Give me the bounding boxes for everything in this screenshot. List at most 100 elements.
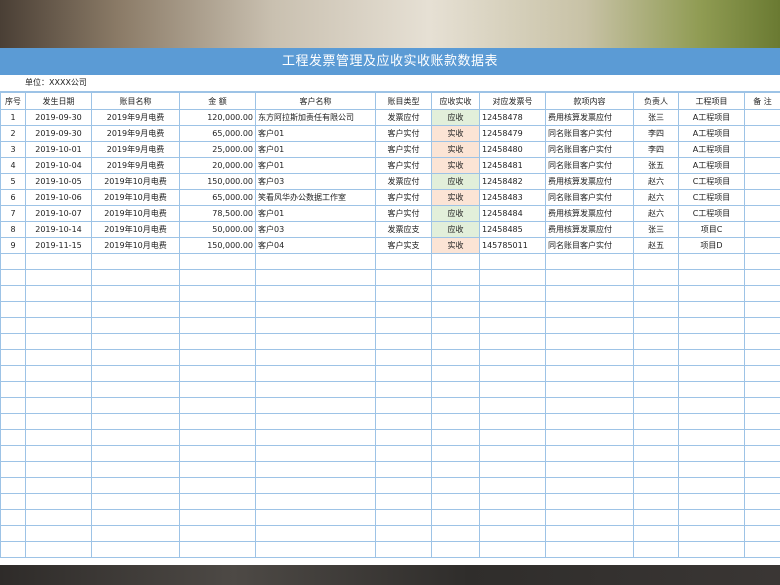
empty-cell[interactable] xyxy=(25,445,92,462)
empty-cell[interactable] xyxy=(633,333,679,350)
cell-content[interactable]: 费用核算发票应付 xyxy=(545,221,634,238)
empty-cell[interactable] xyxy=(633,477,679,494)
empty-cell[interactable] xyxy=(479,333,546,350)
empty-cell[interactable] xyxy=(479,477,546,494)
empty-cell[interactable] xyxy=(431,413,480,430)
cell-note[interactable] xyxy=(744,173,780,190)
empty-cell[interactable] xyxy=(545,301,634,318)
cell-date[interactable]: 2019-11-15 xyxy=(25,237,92,254)
empty-cell[interactable] xyxy=(179,509,256,526)
empty-cell[interactable] xyxy=(25,413,92,430)
empty-cell[interactable] xyxy=(744,477,780,494)
empty-cell[interactable] xyxy=(431,381,480,398)
empty-cell[interactable] xyxy=(375,397,432,414)
empty-cell[interactable] xyxy=(91,349,180,366)
empty-cell[interactable] xyxy=(255,525,376,542)
empty-cell[interactable] xyxy=(431,349,480,366)
cell-no[interactable]: 8 xyxy=(0,221,26,238)
col-header-type[interactable]: 账目类型 xyxy=(375,92,432,110)
cell-customer[interactable]: 客户04 xyxy=(255,237,376,254)
empty-cell[interactable] xyxy=(545,333,634,350)
empty-cell[interactable] xyxy=(255,429,376,446)
empty-cell[interactable] xyxy=(744,493,780,510)
cell-project[interactable]: A工程项目 xyxy=(678,141,745,158)
empty-cell[interactable] xyxy=(179,477,256,494)
cell-type[interactable]: 客户实付 xyxy=(375,157,432,174)
cell-date[interactable]: 2019-10-01 xyxy=(25,141,92,158)
cell-type[interactable]: 客户实付 xyxy=(375,189,432,206)
cell-status[interactable]: 应收 xyxy=(431,205,480,222)
empty-cell[interactable] xyxy=(255,493,376,510)
cell-content[interactable]: 费用核算发票应付 xyxy=(545,173,634,190)
empty-cell[interactable] xyxy=(25,461,92,478)
empty-cell[interactable] xyxy=(179,525,256,542)
cell-status[interactable]: 实收 xyxy=(431,157,480,174)
empty-cell[interactable] xyxy=(91,397,180,414)
empty-cell[interactable] xyxy=(25,349,92,366)
empty-cell[interactable] xyxy=(545,541,634,558)
cell-note[interactable] xyxy=(744,157,780,174)
cell-type[interactable]: 客户实付 xyxy=(375,205,432,222)
col-header-date[interactable]: 发生日期 xyxy=(25,92,92,110)
cell-status[interactable]: 应收 xyxy=(431,109,480,126)
empty-cell[interactable] xyxy=(545,445,634,462)
empty-cell[interactable] xyxy=(479,397,546,414)
empty-cell[interactable] xyxy=(179,397,256,414)
empty-cell[interactable] xyxy=(678,525,745,542)
empty-cell[interactable] xyxy=(255,413,376,430)
empty-cell[interactable] xyxy=(744,381,780,398)
empty-cell[interactable] xyxy=(0,269,26,286)
cell-project[interactable]: A工程项目 xyxy=(678,109,745,126)
empty-cell[interactable] xyxy=(255,253,376,270)
cell-account[interactable]: 2019年10月电费 xyxy=(91,173,180,190)
cell-project[interactable]: C工程项目 xyxy=(678,189,745,206)
cell-project[interactable]: A工程项目 xyxy=(678,125,745,142)
empty-cell[interactable] xyxy=(744,317,780,334)
cell-date[interactable]: 2019-10-14 xyxy=(25,221,92,238)
cell-customer[interactable]: 东方阿拉斯加责任有限公司 xyxy=(255,109,376,126)
cell-project[interactable]: A工程项目 xyxy=(678,157,745,174)
cell-amount[interactable]: 20,000.00 xyxy=(179,157,256,174)
empty-cell[interactable] xyxy=(744,413,780,430)
empty-cell[interactable] xyxy=(375,253,432,270)
cell-project[interactable]: C工程项目 xyxy=(678,173,745,190)
cell-invoice[interactable]: 12458484 xyxy=(479,205,546,222)
empty-cell[interactable] xyxy=(25,285,92,302)
empty-cell[interactable] xyxy=(91,381,180,398)
empty-cell[interactable] xyxy=(375,349,432,366)
empty-cell[interactable] xyxy=(744,285,780,302)
cell-note[interactable] xyxy=(744,205,780,222)
empty-cell[interactable] xyxy=(255,461,376,478)
empty-cell[interactable] xyxy=(633,285,679,302)
empty-cell[interactable] xyxy=(179,493,256,510)
empty-cell[interactable] xyxy=(91,541,180,558)
empty-cell[interactable] xyxy=(633,301,679,318)
empty-cell[interactable] xyxy=(0,253,26,270)
empty-cell[interactable] xyxy=(545,429,634,446)
cell-no[interactable]: 7 xyxy=(0,205,26,222)
empty-cell[interactable] xyxy=(744,445,780,462)
empty-cell[interactable] xyxy=(744,461,780,478)
empty-cell[interactable] xyxy=(678,493,745,510)
empty-cell[interactable] xyxy=(479,381,546,398)
cell-date[interactable]: 2019-09-30 xyxy=(25,109,92,126)
empty-cell[interactable] xyxy=(431,285,480,302)
empty-cell[interactable] xyxy=(431,253,480,270)
cell-owner[interactable]: 赵六 xyxy=(633,205,679,222)
empty-cell[interactable] xyxy=(431,525,480,542)
empty-cell[interactable] xyxy=(479,317,546,334)
cell-type[interactable]: 客户实支 xyxy=(375,237,432,254)
empty-cell[interactable] xyxy=(255,301,376,318)
empty-cell[interactable] xyxy=(545,509,634,526)
empty-cell[interactable] xyxy=(25,509,92,526)
empty-cell[interactable] xyxy=(375,301,432,318)
cell-content[interactable]: 费用核算发票应付 xyxy=(545,205,634,222)
empty-cell[interactable] xyxy=(375,413,432,430)
empty-cell[interactable] xyxy=(179,253,256,270)
cell-amount[interactable]: 120,000.00 xyxy=(179,109,256,126)
empty-cell[interactable] xyxy=(91,429,180,446)
empty-cell[interactable] xyxy=(0,413,26,430)
empty-cell[interactable] xyxy=(479,493,546,510)
empty-cell[interactable] xyxy=(678,397,745,414)
cell-content[interactable]: 同名账目客户实付 xyxy=(545,141,634,158)
